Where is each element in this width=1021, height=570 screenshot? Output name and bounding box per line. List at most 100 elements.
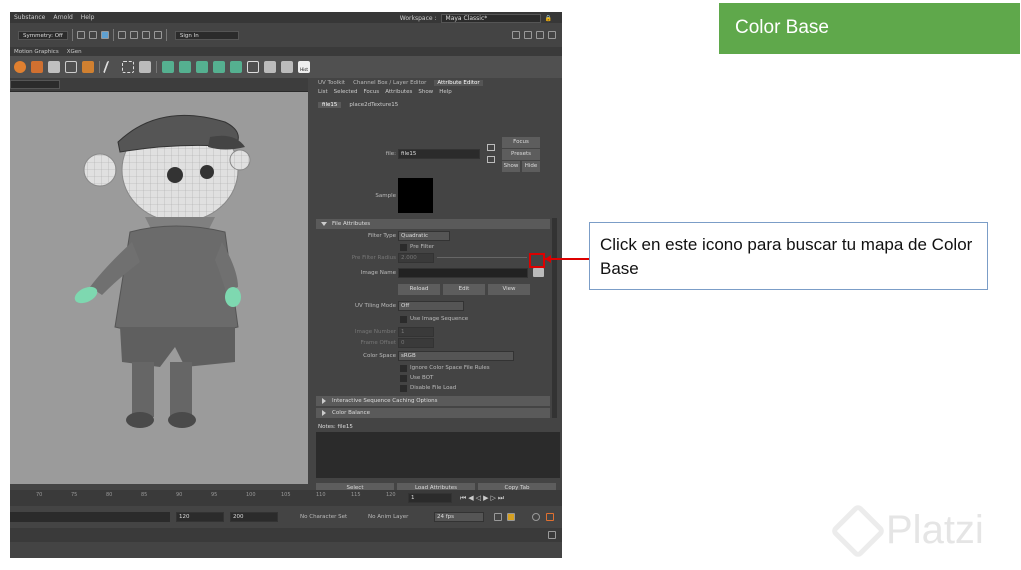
section-file-attributes[interactable]: File Attributes (316, 219, 550, 229)
hide-button[interactable]: Hide (522, 161, 540, 172)
input-connection-icon[interactable] (487, 144, 495, 151)
character-model[interactable] (10, 92, 308, 484)
sign-in-dropdown[interactable]: Sign In (174, 30, 239, 40)
attribute-editor-icon[interactable] (524, 31, 532, 39)
cube-tool-icon[interactable] (31, 61, 43, 73)
ignore-color-space-checkbox[interactable] (400, 365, 407, 372)
pre-filter-radius-slider[interactable] (437, 257, 527, 258)
render-icon[interactable] (117, 31, 126, 39)
disable-file-load-checkbox[interactable] (400, 385, 407, 392)
pre-filter-checkbox[interactable] (400, 244, 407, 251)
playback-controls-icon[interactable]: ⏮◀◁▶▷⏭ (460, 494, 506, 503)
anim-layer-dropdown[interactable]: No Anim Layer (368, 514, 408, 520)
tab-uv-toolkit[interactable]: UV Toolkit (318, 80, 345, 86)
color-space-dropdown[interactable]: sRGB (398, 351, 514, 361)
character-set-dropdown[interactable]: No Character Set (300, 514, 347, 520)
range-bar[interactable] (10, 512, 170, 522)
workspace-dropdown[interactable]: Maya Classic* (440, 14, 541, 23)
divider (99, 61, 100, 73)
output-connection-icon[interactable] (487, 156, 495, 163)
section-color-balance[interactable]: Color Balance (316, 408, 550, 418)
hypershade-icon[interactable] (153, 31, 162, 39)
range-start-field[interactable]: 120 (176, 512, 224, 522)
uv-cut-icon[interactable] (281, 61, 293, 73)
sample-swatch (398, 178, 433, 213)
tab-file15[interactable]: file15 (318, 101, 342, 108)
snap-active-icon[interactable] (100, 31, 109, 39)
uv-layout-icon[interactable] (264, 61, 276, 73)
tab-attribute-editor[interactable]: Attribute Editor (434, 79, 483, 86)
channel-box-icon[interactable] (536, 31, 544, 39)
bounding-icon[interactable] (65, 61, 77, 73)
sphere-tool-icon[interactable] (14, 61, 26, 73)
focus-button[interactable]: Focus (502, 137, 540, 148)
image-number-field[interactable]: 1 (398, 327, 434, 337)
pencil-icon[interactable] (102, 61, 120, 73)
command-line[interactable] (10, 528, 562, 542)
status-toolbar: Symmetry: Off Sign In (10, 23, 562, 47)
notes-textarea[interactable] (316, 432, 560, 478)
menu-help[interactable]: Help (439, 89, 452, 95)
view-button[interactable]: View (488, 284, 530, 295)
viewport[interactable] (10, 92, 308, 484)
tool-icon[interactable] (546, 513, 554, 521)
tab-channel-box[interactable]: Channel Box / Layer Editor (353, 80, 426, 86)
sculpt-icon[interactable] (139, 61, 151, 73)
current-frame-field[interactable]: 1 (408, 493, 452, 503)
loop-icon[interactable] (494, 513, 502, 521)
file-name-field[interactable]: file15 (398, 149, 480, 159)
frame-offset-field[interactable]: 0 (398, 338, 434, 348)
uv-planar-icon[interactable] (179, 61, 191, 73)
show-button[interactable]: Show (502, 161, 520, 172)
folder-icon[interactable] (533, 268, 544, 277)
image-name-field[interactable] (398, 268, 528, 278)
lock-icon[interactable]: 🔒 (545, 15, 552, 22)
viewport-dropdown[interactable] (10, 80, 60, 89)
uv-editor-icon[interactable] (247, 61, 259, 73)
autokey-icon[interactable] (507, 513, 515, 521)
extrude-icon[interactable] (82, 61, 94, 73)
select-mode-icon[interactable] (76, 31, 85, 39)
shelf-tab-xgen[interactable]: XGen (67, 49, 82, 55)
menu-attributes[interactable]: Attributes (385, 89, 412, 95)
menu-substance[interactable]: Substance (14, 14, 45, 21)
section-interactive-caching[interactable]: Interactive Sequence Caching Options (316, 396, 550, 406)
workspace-label: Workspace : (399, 15, 437, 22)
ipr-icon[interactable] (129, 31, 138, 39)
move-tool-icon[interactable] (48, 61, 60, 73)
range-end-field[interactable]: 200 (230, 512, 278, 522)
reload-button[interactable]: Reload (398, 284, 440, 295)
uv-sphere-icon[interactable] (213, 61, 225, 73)
use-image-sequence-checkbox[interactable] (400, 316, 407, 323)
menu-help[interactable]: Help (81, 14, 95, 21)
multicut-icon[interactable] (122, 61, 134, 73)
menu-focus[interactable]: Focus (363, 89, 379, 95)
menu-arnold[interactable]: Arnold (53, 14, 72, 21)
script-editor-icon[interactable] (548, 531, 556, 539)
scrollbar[interactable] (552, 218, 557, 418)
anim-prefs-icon[interactable] (532, 513, 540, 521)
uv-tiling-dropdown[interactable]: Off (398, 301, 464, 311)
presets-button[interactable]: Presets (502, 149, 540, 160)
tab-place2dtexture[interactable]: place2dTexture15 (345, 102, 402, 108)
snap-icon[interactable] (88, 31, 97, 39)
edit-button[interactable]: Edit (443, 284, 485, 295)
modeling-toolkit-icon[interactable] (512, 31, 520, 39)
uv-auto-icon[interactable] (230, 61, 242, 73)
uv-cylinder-icon[interactable] (196, 61, 208, 73)
symmetry-dropdown[interactable]: Symmetry: Off (18, 30, 68, 40)
filter-type-dropdown[interactable]: Quadratic (398, 231, 450, 241)
shelf-tab-motion-graphics[interactable]: Motion Graphics (14, 49, 59, 55)
uv-icon[interactable] (162, 61, 174, 73)
history-icon[interactable]: Hist (298, 61, 310, 73)
use-bot-checkbox[interactable] (400, 375, 407, 382)
menu-selected[interactable]: Selected (334, 89, 358, 95)
pre-filter-radius-field[interactable]: 2.000 (398, 253, 434, 263)
timeline[interactable]: 70 75 80 85 90 95 100 105 110 115 120 1 … (10, 490, 562, 506)
render-settings-icon[interactable] (141, 31, 150, 39)
menu-list[interactable]: List (318, 89, 328, 95)
settings-icon[interactable] (548, 31, 556, 39)
attribute-panel: UV Toolkit Channel Box / Layer Editor At… (312, 78, 562, 495)
fps-dropdown[interactable]: 24 fps (434, 512, 484, 522)
menu-show[interactable]: Show (418, 89, 433, 95)
